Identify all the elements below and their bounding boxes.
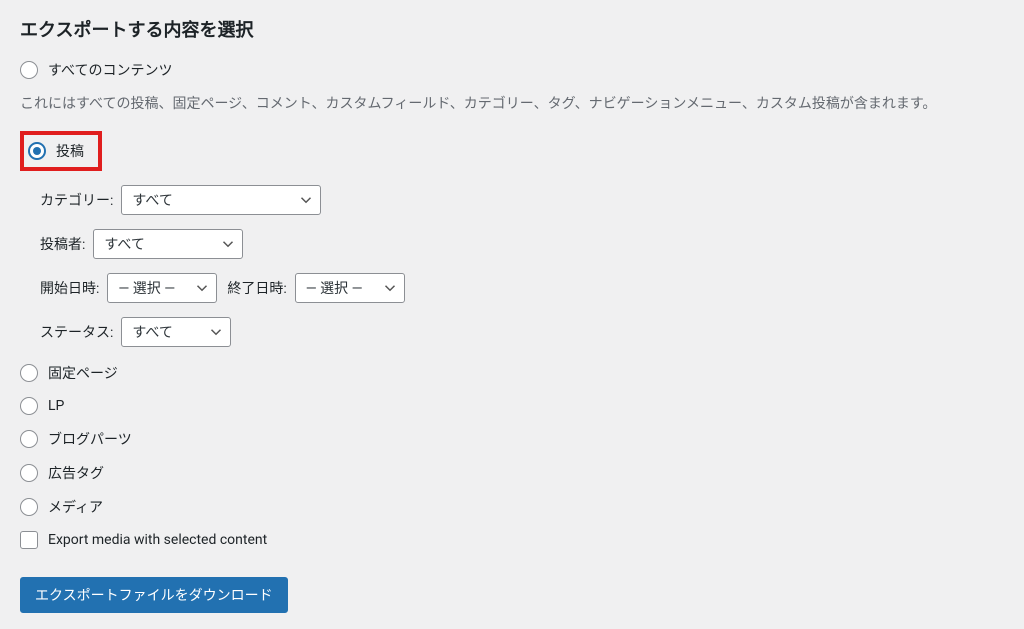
chevron-down-icon xyxy=(210,326,222,338)
radio-lp[interactable] xyxy=(20,397,38,415)
export-media-checkbox-row[interactable]: Export media with selected content xyxy=(20,531,1004,549)
chevron-down-icon xyxy=(222,238,234,250)
filter-category-label: カテゴリー: xyxy=(40,190,113,210)
option-blog-parts-label: ブログパーツ xyxy=(48,429,132,449)
radio-media[interactable] xyxy=(20,498,38,516)
radio-blog-parts[interactable] xyxy=(20,430,38,448)
filter-end-value: — 選択 — xyxy=(306,278,363,298)
export-media-checkbox-label: Export media with selected content xyxy=(48,532,267,548)
option-lp-label: LP xyxy=(48,398,64,414)
filter-status-value: すべて xyxy=(132,322,172,342)
option-posts-label: 投稿 xyxy=(56,141,84,161)
filter-category-select[interactable]: すべて xyxy=(121,185,321,215)
filter-category-value: すべて xyxy=(132,190,172,210)
filter-author-select[interactable]: すべて xyxy=(93,229,243,259)
filter-start-label: 開始日時: xyxy=(40,278,99,298)
filter-category-row: カテゴリー: すべて xyxy=(40,185,1004,215)
option-ad-tag-label: 広告タグ xyxy=(48,463,104,483)
radio-pages[interactable] xyxy=(20,364,38,382)
download-export-button[interactable]: エクスポートファイルをダウンロード xyxy=(20,577,288,613)
section-heading: エクスポートする内容を選択 xyxy=(20,16,1004,42)
radio-all-content[interactable] xyxy=(20,61,38,79)
export-media-checkbox[interactable] xyxy=(20,531,38,549)
radio-ad-tag[interactable] xyxy=(20,464,38,482)
filter-status-label: ステータス: xyxy=(40,322,113,342)
filter-end-select[interactable]: — 選択 — xyxy=(295,273,405,303)
filter-dates-row: 開始日時: — 選択 — 終了日時: — 選択 — xyxy=(40,273,1004,303)
filter-start-select[interactable]: — 選択 — xyxy=(107,273,217,303)
filter-status-select[interactable]: すべて xyxy=(121,317,231,347)
option-lp[interactable]: LP xyxy=(20,397,1004,415)
option-media[interactable]: メディア xyxy=(20,497,1004,517)
option-blog-parts[interactable]: ブログパーツ xyxy=(20,429,1004,449)
option-posts[interactable]: 投稿 xyxy=(20,131,102,171)
chevron-down-icon xyxy=(384,282,396,294)
radio-posts[interactable] xyxy=(28,142,46,160)
option-ad-tag[interactable]: 広告タグ xyxy=(20,463,1004,483)
filter-author-row: 投稿者: すべて xyxy=(40,229,1004,259)
option-all-content[interactable]: すべてのコンテンツ xyxy=(20,60,1004,80)
filter-start-value: — 選択 — xyxy=(118,278,175,298)
filter-author-value: すべて xyxy=(104,234,144,254)
filter-status-row: ステータス: すべて xyxy=(40,317,1004,347)
option-media-label: メディア xyxy=(48,497,103,517)
filter-author-label: 投稿者: xyxy=(40,234,85,254)
option-all-content-label: すべてのコンテンツ xyxy=(48,60,172,80)
filter-end-label: 終了日時: xyxy=(227,278,286,298)
posts-filter-group: カテゴリー: すべて 投稿者: すべて 開始日時: — 選択 — 終了日時: —… xyxy=(40,185,1004,347)
chevron-down-icon xyxy=(196,282,208,294)
option-pages-label: 固定ページ xyxy=(48,363,118,383)
chevron-down-icon xyxy=(300,194,312,206)
option-pages[interactable]: 固定ページ xyxy=(20,363,1004,383)
all-content-description: これにはすべての投稿、固定ページ、コメント、カスタムフィールド、カテゴリー、タグ… xyxy=(20,94,1004,115)
